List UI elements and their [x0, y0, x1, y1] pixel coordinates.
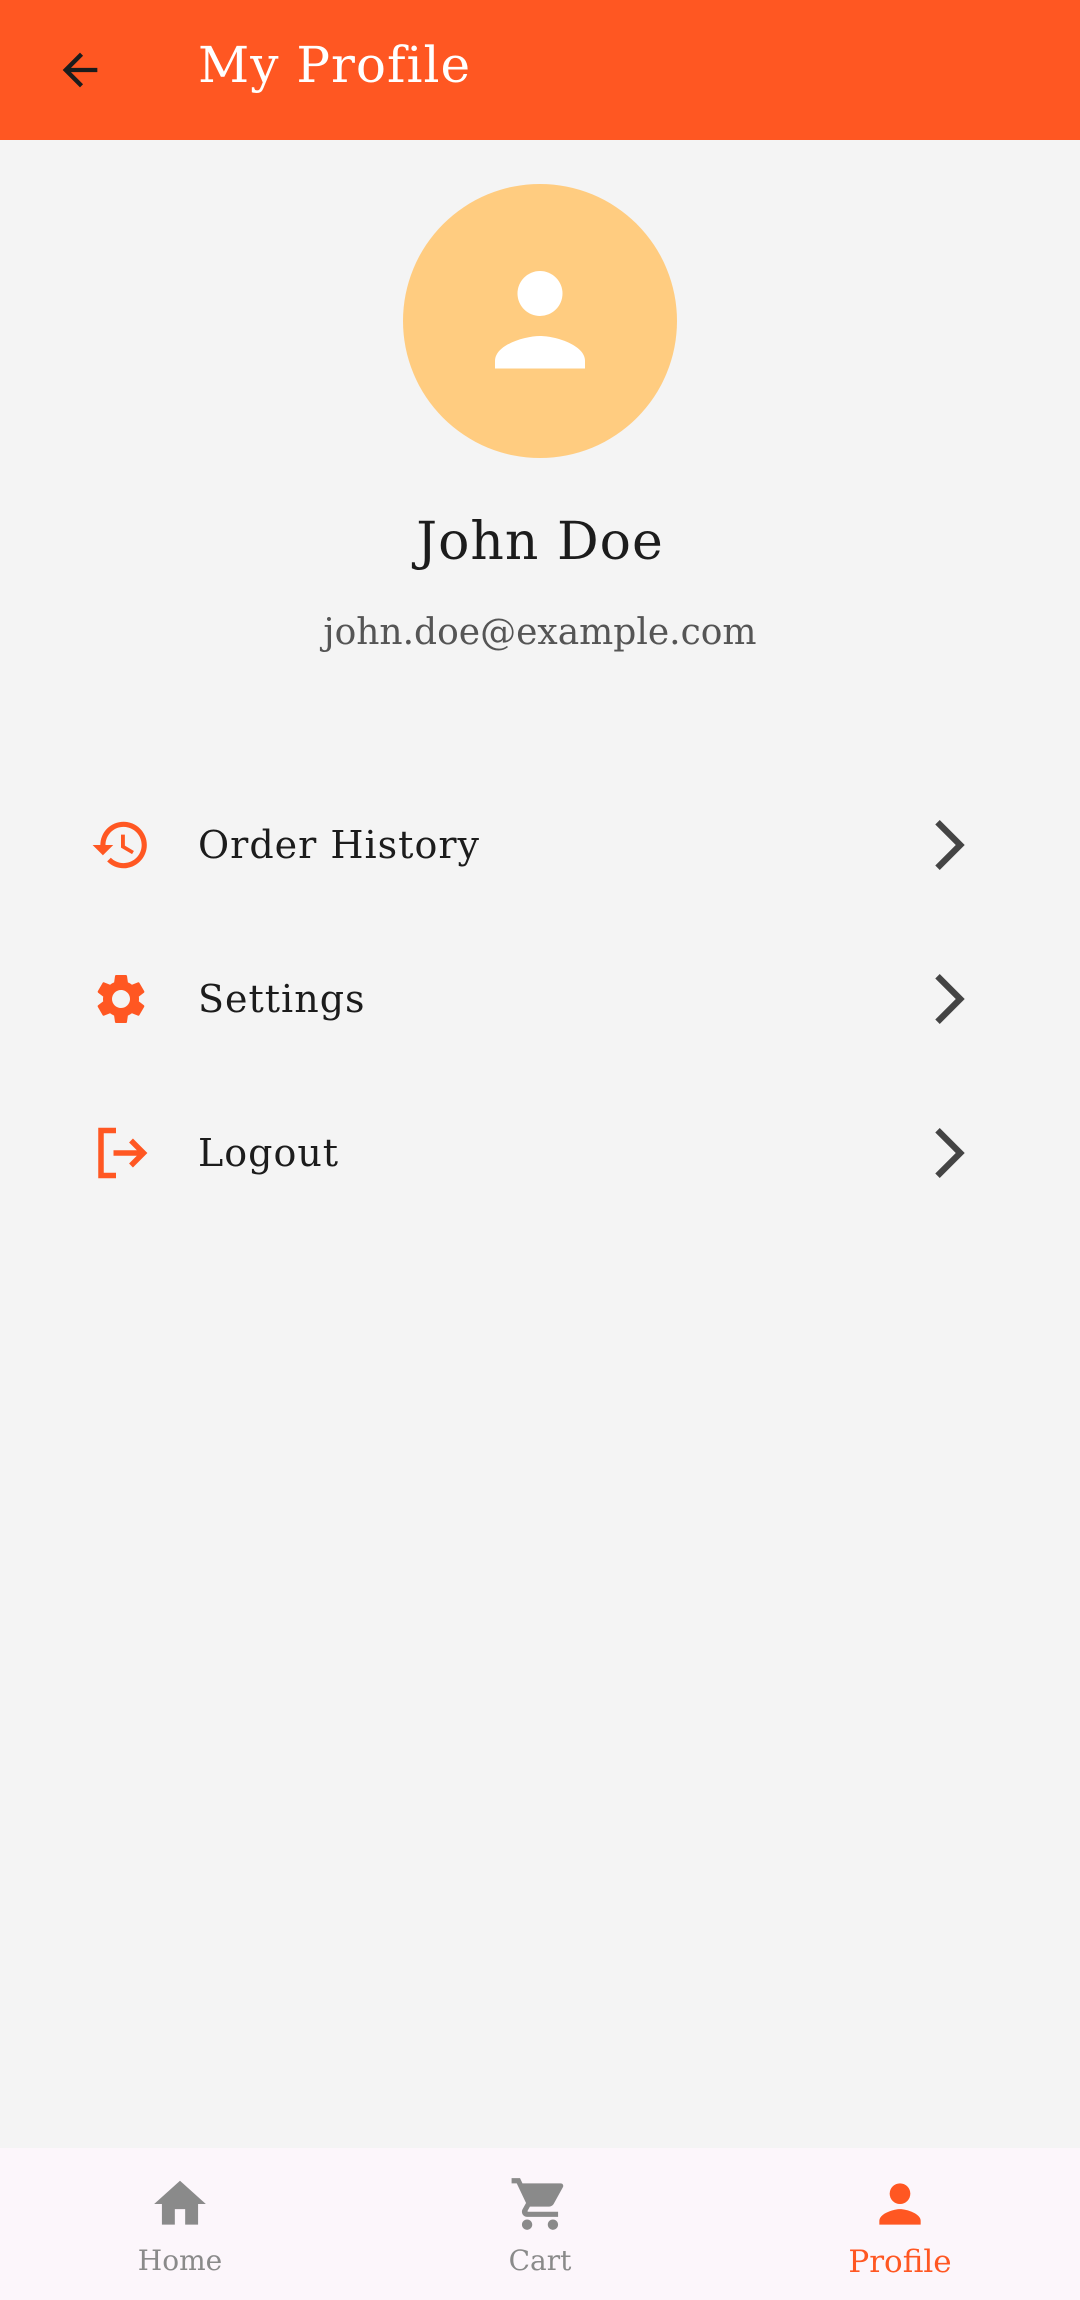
cart-icon: [508, 2172, 572, 2236]
nav-item-home[interactable]: Home: [0, 2148, 360, 2300]
logout-icon: [88, 1120, 154, 1186]
app-bar: My Profile: [0, 0, 1080, 140]
menu-item-label: Logout: [198, 1131, 340, 1175]
chevron-right-icon: [928, 1123, 968, 1183]
home-icon: [148, 2172, 212, 2236]
user-name: John Doe: [416, 512, 664, 572]
page-title: My Profile: [198, 36, 472, 94]
menu-item-settings[interactable]: Settings: [0, 922, 1080, 1076]
bottom-nav: Home Cart Profile: [0, 2148, 1080, 2300]
chevron-right-icon: [928, 969, 968, 1029]
menu-item-label: Order History: [198, 823, 480, 867]
person-icon: [495, 271, 585, 369]
nav-label: Cart: [508, 2244, 572, 2277]
back-button[interactable]: [40, 30, 120, 110]
chevron-right-icon: [928, 815, 968, 875]
avatar: [403, 184, 677, 458]
nav-label: Home: [137, 2244, 223, 2277]
user-email: john.doe@example.com: [323, 612, 757, 653]
gear-icon: [88, 966, 154, 1032]
menu-item-label: Settings: [198, 977, 366, 1021]
nav-label: Profile: [848, 2244, 952, 2280]
history-icon: [88, 812, 154, 878]
profile-menu: Order History Settings Logout: [0, 768, 1080, 1230]
nav-item-cart[interactable]: Cart: [360, 2148, 720, 2300]
menu-item-logout[interactable]: Logout: [0, 1076, 1080, 1230]
nav-item-profile[interactable]: Profile: [720, 2148, 1080, 2300]
arrow-back-icon: [62, 52, 98, 88]
menu-item-order-history[interactable]: Order History: [0, 768, 1080, 922]
person-icon: [868, 2172, 932, 2236]
